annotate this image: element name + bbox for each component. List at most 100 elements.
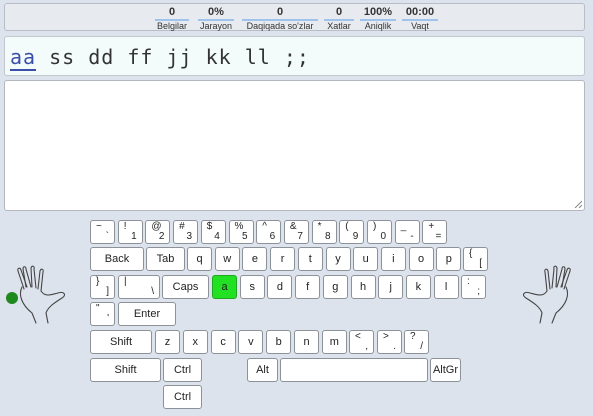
key-label: Back xyxy=(104,253,130,265)
key-label: 7 xyxy=(297,231,303,242)
key-label: j xyxy=(389,281,392,293)
key-l[interactable]: l xyxy=(433,275,459,299)
key-comma[interactable]: <, xyxy=(349,330,374,354)
key-label: w xyxy=(223,253,232,265)
key-w[interactable]: w xyxy=(214,247,240,271)
key-slash[interactable]: ? / xyxy=(404,330,429,354)
key-c[interactable]: c xyxy=(210,330,236,354)
stat-value: 00:00 xyxy=(405,6,435,18)
typing-input[interactable] xyxy=(4,80,585,211)
key-label: - xyxy=(410,231,414,242)
key-shift-label: & xyxy=(289,221,297,232)
key-shift-label: # xyxy=(179,221,185,232)
key-y[interactable]: y xyxy=(325,247,351,271)
key-p[interactable]: p xyxy=(436,247,462,271)
key-label: Shift xyxy=(109,336,132,348)
key-label: ` xyxy=(105,231,109,242)
key-=[interactable]: + = xyxy=(422,220,448,244)
key-label: h xyxy=(359,281,367,293)
key-6[interactable]: ^ 6 xyxy=(256,220,282,244)
key-shift-label: ? xyxy=(410,331,416,342)
key-shift-label: $ xyxy=(206,221,213,232)
stat-time: 00:00 Vaqt xyxy=(402,6,438,31)
key-altgr[interactable]: AltGr xyxy=(430,358,461,382)
key-label: p xyxy=(445,253,452,265)
key-s[interactable]: s xyxy=(239,275,265,299)
key-f[interactable]: f xyxy=(295,275,321,299)
key-4[interactable]: $4 xyxy=(200,220,226,244)
left-pinky-indicator xyxy=(6,292,18,304)
key-label: Caps xyxy=(172,281,199,293)
key-v[interactable]: v xyxy=(238,330,264,354)
key-8[interactable]: * 8 xyxy=(311,220,337,244)
key-r[interactable]: r xyxy=(270,247,296,271)
stat-label: Belgilar xyxy=(155,19,189,31)
key-shift-right[interactable]: Shift xyxy=(90,358,161,382)
key-g[interactable]: g xyxy=(322,275,348,299)
key-j[interactable]: j xyxy=(378,275,404,299)
key-period[interactable]: >. xyxy=(377,330,402,354)
left-hand-icon xyxy=(17,265,66,324)
key-tab[interactable]: Tab xyxy=(146,247,185,271)
stat-label: Vaqt xyxy=(402,19,438,31)
key-left-bracket[interactable]: {[ xyxy=(463,247,488,271)
key-m[interactable]: m xyxy=(321,330,347,354)
key-shift-label: * xyxy=(317,221,322,232)
key--[interactable]: _ - xyxy=(394,220,420,244)
remaining-text: ss dd ff jj kk ll ;; xyxy=(36,45,310,69)
resize-grip-icon[interactable] xyxy=(574,200,582,208)
key-space[interactable] xyxy=(280,358,428,382)
key-7[interactable]: & 7 xyxy=(283,220,309,244)
key-shift-label: { xyxy=(469,248,473,259)
key-shift-label: ~ xyxy=(96,221,102,232)
stat-errors: 0 Xatlar xyxy=(324,6,354,31)
current-word: aa xyxy=(10,45,37,71)
key-label: i xyxy=(392,253,395,265)
key-3[interactable]: #3 xyxy=(173,220,199,244)
key-q[interactable]: q xyxy=(187,247,212,271)
stat-wpm: 0 Daqiqada so'zlar xyxy=(242,6,318,31)
key-caps-lock[interactable]: Caps xyxy=(162,275,209,299)
key-b[interactable]: b xyxy=(266,330,292,354)
key-u[interactable]: u xyxy=(353,247,379,271)
key-o[interactable]: o xyxy=(408,247,434,271)
key-0[interactable]: ) 0 xyxy=(367,220,392,244)
key-label: e xyxy=(251,253,258,265)
stat-accuracy: 100% Aniqlik xyxy=(360,6,396,31)
key-i[interactable]: i xyxy=(380,247,406,271)
key-shift-left[interactable]: Shift xyxy=(90,330,152,354)
key-quote[interactable]: " ' xyxy=(90,302,115,326)
key-label: 9 xyxy=(352,231,359,242)
key-e[interactable]: e xyxy=(242,247,268,271)
key-n[interactable]: n xyxy=(294,330,319,354)
key-z[interactable]: z xyxy=(155,330,180,354)
key-`[interactable]: ~ ` xyxy=(90,220,115,244)
key-label: Shift xyxy=(114,364,137,376)
key-a[interactable]: a xyxy=(212,275,237,299)
key-x[interactable]: x xyxy=(182,330,208,354)
key-2[interactable]: @2 xyxy=(145,220,171,244)
key-label: x xyxy=(192,336,199,348)
key-right-bracket[interactable]: }] xyxy=(90,275,115,299)
stat-label: Daqiqada so'zlar xyxy=(242,19,318,31)
key-semicolon[interactable]: :; xyxy=(461,275,486,299)
key-label: AltGr xyxy=(432,364,459,376)
key-label: b xyxy=(275,336,282,348)
key-1[interactable]: ! 1 xyxy=(117,220,143,244)
key-5[interactable]: % 5 xyxy=(228,220,254,244)
key-ctrl-right[interactable]: Ctrl xyxy=(163,385,202,409)
key-backslash[interactable]: | \ xyxy=(118,275,160,299)
key-alt[interactable]: Alt xyxy=(247,358,278,382)
key-enter[interactable]: Enter xyxy=(118,302,176,326)
key-label: Tab xyxy=(156,253,175,265)
key-label: Ctrl xyxy=(173,391,192,403)
key-k[interactable]: k xyxy=(405,275,431,299)
key-label: r xyxy=(280,253,285,265)
key-label: ' xyxy=(107,313,109,324)
key-d[interactable]: d xyxy=(267,275,293,299)
key-backspace[interactable]: Back xyxy=(90,247,144,271)
key-t[interactable]: t xyxy=(297,247,323,271)
key-h[interactable]: h xyxy=(350,275,376,299)
key-ctrl[interactable]: Ctrl xyxy=(163,358,202,382)
key-9[interactable]: (9 xyxy=(339,220,365,244)
